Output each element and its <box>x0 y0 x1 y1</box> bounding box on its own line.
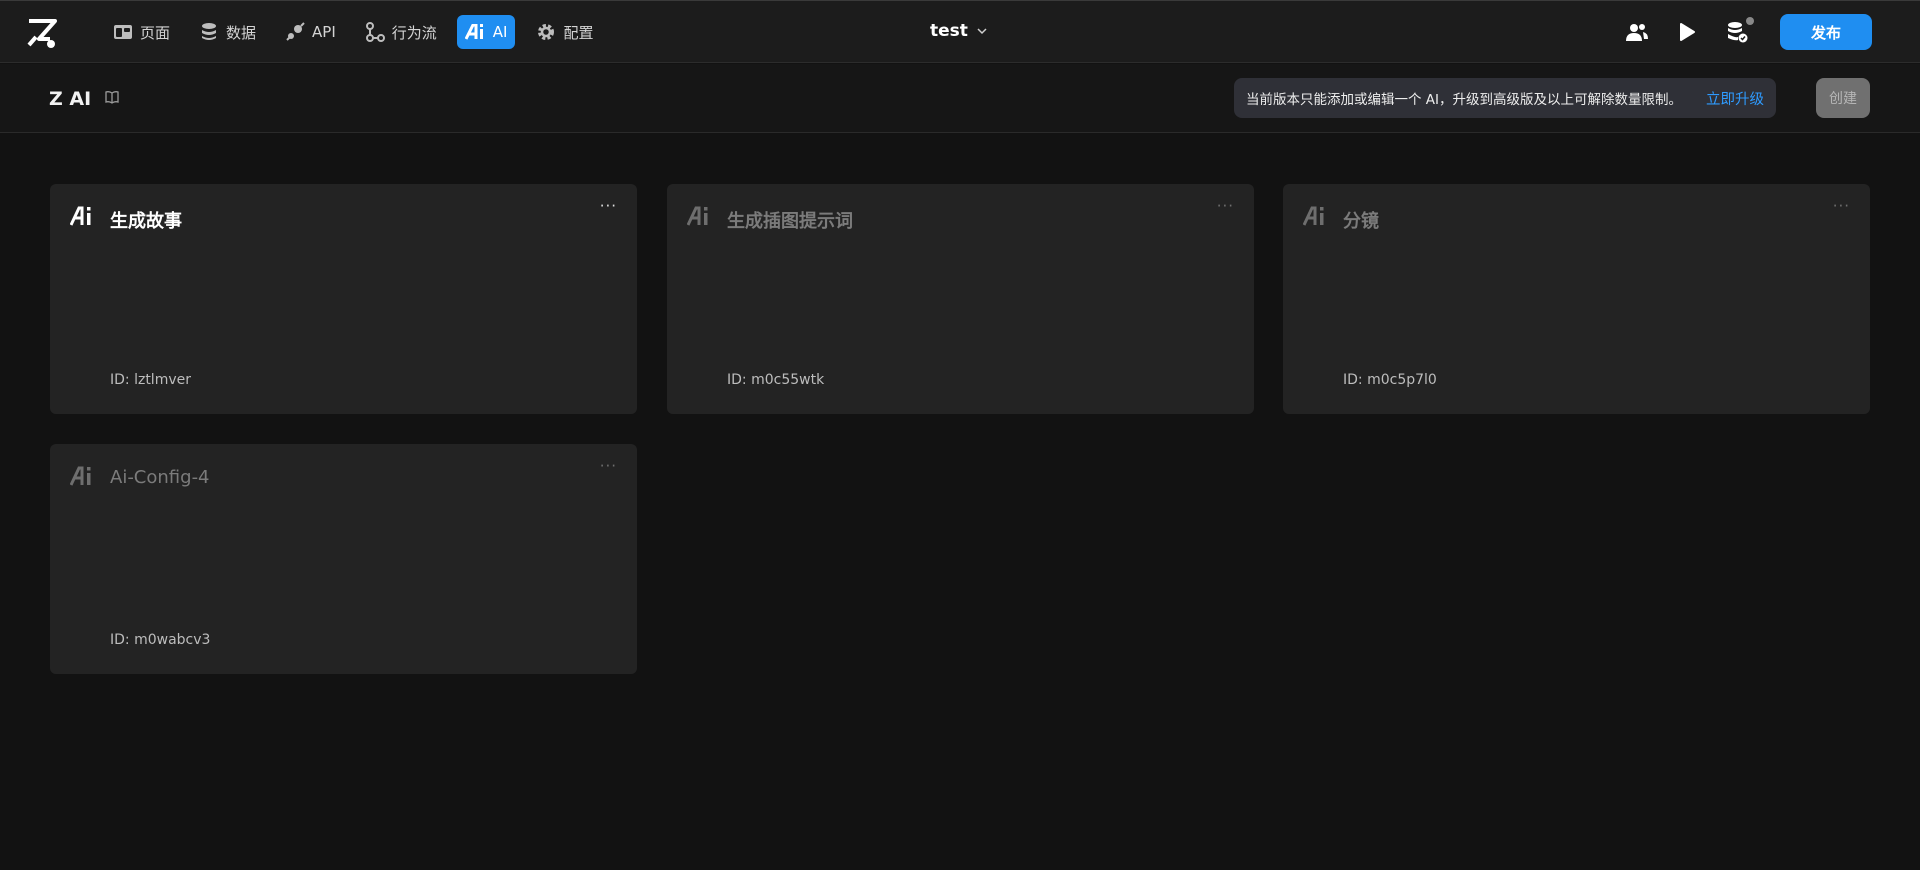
more-icon[interactable]: ··· <box>1217 197 1234 215</box>
ai-card[interactable]: 分镜 ··· ID: m0c5p7l0 <box>1283 184 1870 414</box>
ai-icon <box>70 206 91 226</box>
card-id: ID: m0wabcv3 <box>110 632 211 648</box>
nav-label: AI <box>492 23 508 41</box>
play-icon[interactable] <box>1674 19 1700 45</box>
nav-label: 页面 <box>140 23 171 42</box>
ai-card[interactable]: 生成插图提示词 ··· ID: m0c55wtk <box>667 184 1254 414</box>
nav-item-pages[interactable]: 页面 <box>104 15 178 49</box>
ai-icon <box>687 206 708 226</box>
nav-item-settings[interactable]: 配置 <box>527 15 601 49</box>
nav-label: 配置 <box>563 23 594 42</box>
card-id: ID: lztlmver <box>110 372 191 388</box>
users-icon[interactable] <box>1624 19 1650 45</box>
publish-button[interactable]: 发布 <box>1780 14 1872 50</box>
card-title: Ai-Config-4 <box>110 467 210 488</box>
nav-item-flow[interactable]: 行为流 <box>356 15 445 49</box>
main-nav: 页面 数据 API 行为流 AI 配置 <box>104 15 613 49</box>
top-bar: 页面 数据 API 行为流 AI 配置 test 发布 <box>0 0 1920 63</box>
toolbar-right: 发布 <box>1624 14 1872 50</box>
app-logo-icon[interactable] <box>26 17 58 49</box>
more-icon[interactable]: ··· <box>600 457 617 475</box>
nav-item-ai[interactable]: AI <box>456 15 516 49</box>
ai-card[interactable]: Ai-Config-4 ··· ID: m0wabcv3 <box>50 444 637 674</box>
ai-icon <box>70 466 91 486</box>
nav-label: 行为流 <box>391 23 437 42</box>
page-header: Z AI 当前版本只能添加或编辑一个 AI，升级到高级版及以上可解除数量限制。 … <box>0 64 1920 133</box>
more-icon[interactable]: ··· <box>1833 197 1850 215</box>
card-id: ID: m0c5p7l0 <box>1343 372 1437 388</box>
more-icon[interactable]: ··· <box>600 197 617 215</box>
page-icon <box>112 21 134 43</box>
ai-icon <box>464 21 487 43</box>
create-button[interactable]: 创建 <box>1816 78 1870 118</box>
ai-card[interactable]: 生成故事 ··· ID: lztlmver <box>50 184 637 414</box>
upgrade-notice: 当前版本只能添加或编辑一个 AI，升级到高级版及以上可解除数量限制。 立即升级 <box>1234 78 1776 118</box>
chevron-down-icon <box>977 28 987 35</box>
card-title: 分镜 <box>1343 211 1379 232</box>
notice-text: 当前版本只能添加或编辑一个 AI，升级到高级版及以上可解除数量限制。 <box>1246 92 1683 108</box>
database-icon <box>198 21 220 43</box>
nav-label: 数据 <box>226 23 257 42</box>
nav-item-data[interactable]: 数据 <box>190 15 264 49</box>
book-icon[interactable] <box>104 89 120 105</box>
flow-icon <box>364 21 386 43</box>
ai-icon <box>1303 206 1324 226</box>
project-name: test <box>930 21 968 41</box>
nav-item-api[interactable]: API <box>276 15 344 49</box>
gear-icon <box>535 21 557 43</box>
card-id: ID: m0c55wtk <box>727 372 825 388</box>
project-selector[interactable]: test <box>930 21 988 41</box>
nav-label: API <box>312 23 336 41</box>
status-dot <box>1746 17 1754 25</box>
database-status-icon[interactable] <box>1724 17 1754 45</box>
card-title: 生成故事 <box>110 211 182 232</box>
api-icon <box>284 21 306 43</box>
upgrade-link[interactable]: 立即升级 <box>1706 88 1764 109</box>
card-title: 生成插图提示词 <box>727 211 853 232</box>
page-title: Z AI <box>49 88 92 110</box>
